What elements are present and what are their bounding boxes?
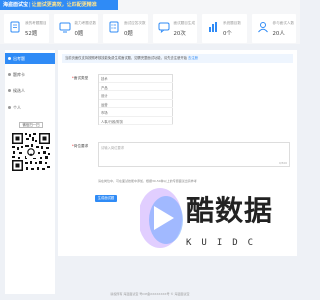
app-slogan: 让面试更高效，让匹配更精准 bbox=[31, 2, 97, 8]
stat-value: 0题 bbox=[74, 31, 84, 37]
stat-card: 系统题目数 0个 bbox=[202, 14, 247, 43]
sidebar-item-personal[interactable]: 个人 bbox=[5, 102, 55, 113]
stat-label: 能力考题总数 bbox=[74, 21, 97, 25]
stat-label: 系统题目数 bbox=[223, 21, 241, 25]
category-option[interactable]: 产品 bbox=[99, 85, 173, 91]
top-bar: 海盗面试宝|让面试更高效，让匹配更精准 我的考题题目 52题 能力考题总数 0题 bbox=[0, 0, 300, 44]
brand-header: 海盗面试宝|让面试更高效，让匹配更精准 bbox=[0, 0, 118, 10]
bar-chart-icon bbox=[209, 22, 217, 32]
title-separator: | bbox=[29, 2, 31, 8]
stat-label: 我的考题题目 bbox=[25, 21, 47, 25]
category-option[interactable]: 市场 bbox=[99, 110, 173, 117]
category-option[interactable]: 人事/行政/财务 bbox=[99, 119, 173, 125]
sidebar-item-create-question[interactable]: 出考题 bbox=[5, 53, 55, 64]
user-icon bbox=[257, 22, 268, 33]
stat-value: 20人 bbox=[272, 31, 285, 37]
category-select[interactable]: 技术 产品 设计 运营 市场 人事/行政/财务 bbox=[98, 74, 173, 125]
sidebar-item-label: 候选人 bbox=[13, 88, 25, 93]
requirement-label: *岗位要求 bbox=[72, 144, 89, 148]
notice-text: 当前页面仅支持按照考核技能免费生成面试题，如需完整面试功能，请先去注册开始 bbox=[65, 56, 187, 60]
qr-code-image bbox=[11, 132, 51, 172]
stat-card: 面试题目生成 20次 bbox=[152, 14, 197, 43]
document-icon bbox=[10, 21, 20, 33]
list-icon bbox=[109, 21, 119, 33]
monitor-icon bbox=[59, 22, 70, 33]
dot-icon bbox=[8, 73, 11, 76]
sidebar-item-label: 出考题 bbox=[13, 56, 25, 61]
requirement-textarea[interactable]: 请输入岗位要求 0/500 bbox=[98, 142, 290, 167]
sidebar-item-question-bank[interactable]: 题库卡 bbox=[5, 69, 55, 80]
stat-label: 面试应答次数 bbox=[124, 21, 146, 25]
watermark-subtext: KUIDC bbox=[186, 238, 264, 248]
dot-icon bbox=[8, 106, 11, 109]
dot-icon bbox=[8, 89, 11, 92]
category-option[interactable]: 运营 bbox=[99, 102, 173, 108]
char-counter: 0/500 bbox=[278, 161, 287, 165]
category-label: *面试类型 bbox=[72, 76, 89, 80]
stat-value: 0题 bbox=[124, 31, 133, 37]
sidebar: 出考题 题库卡 候选人 个人 微信扫一扫 bbox=[5, 50, 55, 294]
app-title: 海盗面试宝 bbox=[3, 2, 29, 8]
watermark-text: 酷数据 bbox=[186, 194, 274, 227]
footer: 版权所有 海盗面试宝 粤ICP备XXXXXXXX号 © 海盗面试宝 bbox=[110, 292, 190, 296]
stats-row: 我的考题题目 52题 能力考题总数 0题 面试应答次数 0题 面试题目生成 20… bbox=[0, 14, 300, 44]
stat-card: 我的考题题目 52题 bbox=[4, 14, 49, 43]
dot-icon bbox=[8, 57, 11, 60]
stat-label: 参与面试人数 bbox=[272, 21, 295, 25]
stat-value: 0个 bbox=[223, 31, 232, 37]
stat-label: 面试题目生成 bbox=[173, 21, 196, 25]
stat-card: 面试应答次数 0题 bbox=[103, 14, 148, 43]
stat-card: 参与面试人数 20人 bbox=[251, 14, 296, 43]
sidebar-item-label: 题库卡 bbox=[13, 72, 25, 77]
category-option[interactable]: 设计 bbox=[99, 93, 173, 100]
stat-value: 52题 bbox=[25, 31, 38, 37]
notice-link[interactable]: 去注册 bbox=[188, 56, 198, 60]
generate-button[interactable]: 生成面试题 bbox=[95, 195, 117, 202]
sidebar-item-label: 个人 bbox=[13, 105, 21, 110]
qr-title: 微信扫一扫 bbox=[19, 122, 43, 128]
requirement-placeholder: 请输入岗位要求 bbox=[101, 146, 125, 150]
chat-icon bbox=[158, 22, 169, 33]
category-option[interactable]: 技术 bbox=[99, 76, 173, 83]
sidebar-item-candidates[interactable]: 候选人 bbox=[5, 85, 55, 96]
notice-bar: 当前页面仅支持按照考核技能免费生成面试题，如需完整面试功能，请先去注册开始 去注… bbox=[62, 54, 293, 63]
stat-card: 能力考题总数 0题 bbox=[53, 14, 98, 43]
stat-value: 20次 bbox=[173, 31, 186, 37]
